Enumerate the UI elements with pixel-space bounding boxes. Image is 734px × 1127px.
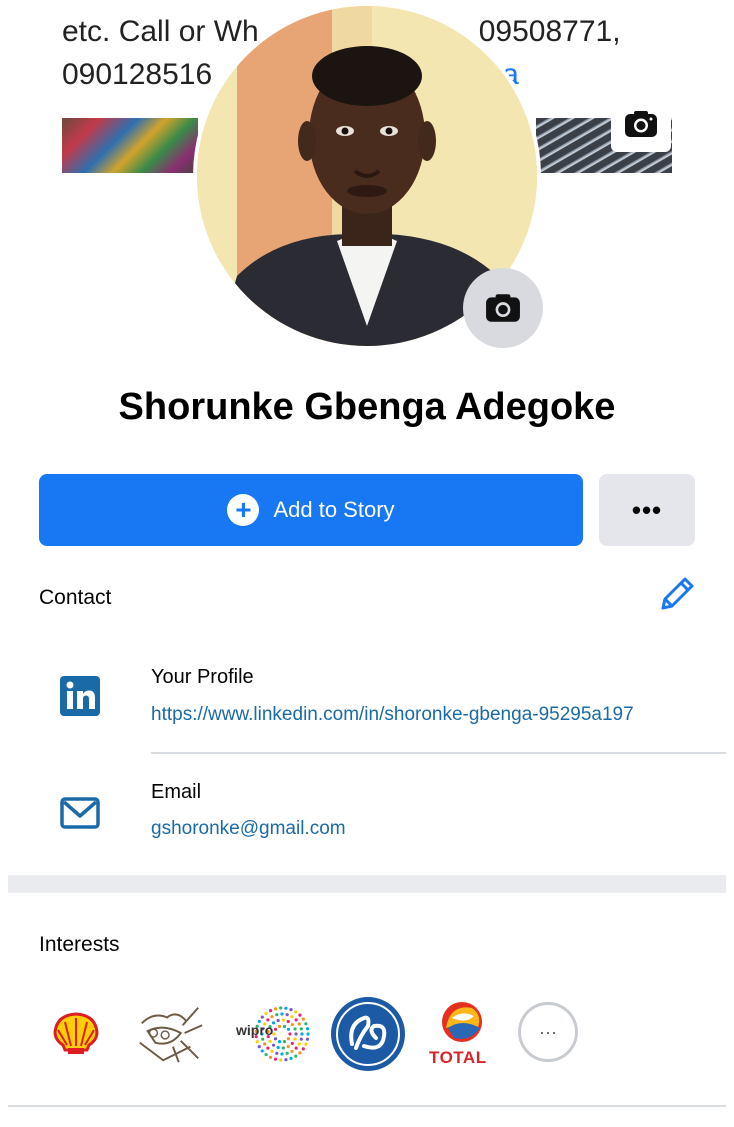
contact-item-email[interactable]: Email gshoronke@gmail.com (0, 765, 734, 860)
more-options-button[interactable]: ••• (599, 474, 695, 546)
divider (8, 1105, 726, 1107)
more-interests-button[interactable]: ··· (518, 1002, 578, 1062)
contact-label: Your Profile (151, 666, 254, 688)
plus-icon: + (227, 494, 260, 526)
total-logo-icon (442, 1002, 482, 1042)
mail-icon (60, 797, 100, 829)
pencil-icon (661, 577, 694, 610)
total-logo-text: TOTAL (429, 1048, 487, 1067)
add-to-story-button[interactable]: + Add to Story (39, 474, 583, 546)
edit-cover-photo-button[interactable] (611, 96, 671, 152)
cover-photo-left (62, 118, 198, 173)
interest-shell[interactable] (40, 998, 112, 1070)
divider (151, 752, 726, 754)
linkedin-icon (60, 676, 100, 716)
interest-wipro[interactable]: wipro (234, 998, 310, 1070)
edit-profile-picture-button[interactable] (463, 268, 543, 348)
profile-name: Shorunke Gbenga Adegoke (118, 386, 616, 428)
contact-section-title: Contact (39, 586, 112, 609)
interests-section-title: Interests (39, 933, 120, 956)
interest-total[interactable]: TOTAL (426, 998, 498, 1070)
email-link[interactable]: gshoronke@gmail.com (151, 818, 346, 840)
interest-nestle[interactable] (134, 998, 206, 1070)
interest-ge[interactable] (330, 996, 406, 1072)
ge-logo-icon (331, 997, 405, 1071)
linkedin-url-link[interactable]: https://www.linkedin.com/in/shoronke-gbe… (151, 704, 634, 726)
section-separator (8, 875, 726, 893)
cover-text-line2: 090128516 (62, 58, 213, 91)
wipro-logo-text: wipro (236, 1022, 274, 1038)
camera-icon (486, 294, 520, 322)
contact-label: Email (151, 781, 202, 803)
add-to-story-label: Add to Story (273, 497, 395, 522)
contact-item-linkedin[interactable]: Your Profile https://www.linkedin.com/in… (0, 650, 734, 750)
cover-text-line1: etc. Call or Wh (62, 15, 259, 48)
cover-text-line1-tail: 09508771, (478, 15, 621, 48)
nestle-logo-icon (139, 1007, 203, 1063)
camera-icon (625, 111, 657, 137)
edit-contact-button[interactable] (655, 572, 699, 616)
shell-logo-icon (53, 1012, 99, 1054)
